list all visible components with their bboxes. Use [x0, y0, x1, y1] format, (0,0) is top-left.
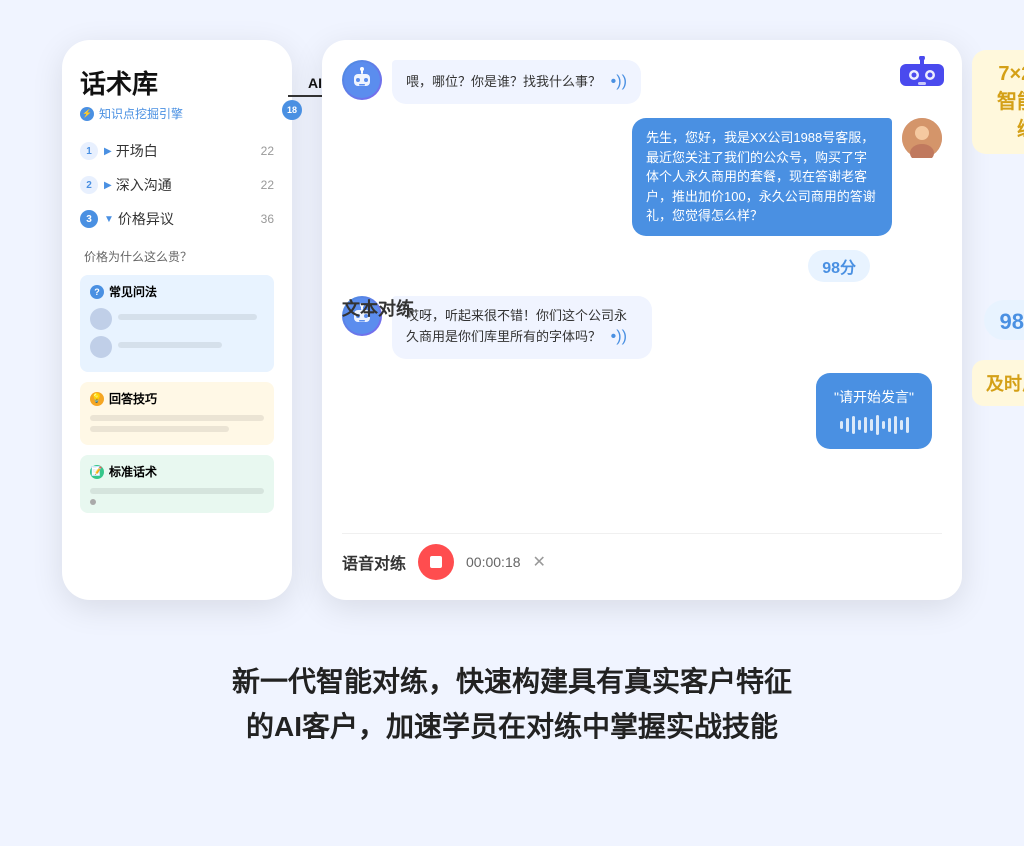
robot-top-icon [898, 56, 946, 88]
wave-3 [852, 416, 855, 434]
bot-text-1: 喂，哪位？你是谁？找我什么事？ [406, 74, 601, 89]
wave-12 [906, 417, 909, 433]
wave-1 [840, 421, 843, 429]
float-247-label: 7×24h智能陪练 [972, 50, 1024, 154]
score-row: 98分 [342, 250, 942, 282]
bottom-description: 新一代智能对练，快速构建具有真实客户特征的AI客户，加速学员在对练中掌握实战技能 [232, 660, 792, 750]
knowledge-icon: ⚡ [80, 107, 94, 121]
bot-face-svg-1 [344, 62, 380, 98]
bottom-bar: 语音对练 00:00:18 ✕ [342, 533, 942, 580]
voice-input-row: "请开始发言" [342, 373, 942, 449]
score-badge: 98分 [808, 250, 870, 282]
section-common-qa: ? 常见问法 [80, 275, 274, 372]
menu-label-2: 深入沟通 [116, 175, 261, 195]
chat-row-user-1: 先生，您好，我是XX公司1988号客服，最近您关注了我们的公众号，购买了字体个人… [342, 118, 942, 236]
user-avatar-1 [902, 118, 942, 158]
main-container: 话术库 ⚡ 知识点挖掘引擎 18 1 ▶ 开场白 22 2 ▶ 深入沟通 22 … [62, 40, 962, 600]
wave-10 [894, 416, 897, 434]
bot-bubble-1: 喂，哪位？你是谁？找我什么事？ •)) [392, 60, 641, 104]
small-avatar-2 [90, 336, 112, 358]
placeholder-tips-2 [90, 426, 229, 432]
section-label-tips: 回答技巧 [109, 390, 157, 407]
voice-begin-text: "请开始发言" [834, 387, 914, 407]
phone-panel: 话术库 ⚡ 知识点挖掘引擎 18 1 ▶ 开场白 22 2 ▶ 深入沟通 22 … [62, 40, 292, 600]
menu-count-1: 22 [261, 144, 274, 158]
menu-num-2: 2 [80, 176, 98, 194]
float-247-text: 7×24h智能陪练 [997, 63, 1024, 141]
user-text-1: 先生，您好，我是XX公司1988号客服，最近您关注了我们的公众号，购买了字体个人… [646, 130, 876, 223]
chat-panel: 喂，哪位？你是谁？找我什么事？ •)) 先生，您好，我是XX公司1988号客服，… [322, 40, 962, 600]
wave-9 [888, 418, 891, 432]
qa-icon: ? [90, 285, 104, 299]
record-button[interactable] [418, 544, 454, 580]
close-button[interactable]: ✕ [533, 552, 546, 572]
avatar-row-1 [90, 308, 264, 330]
small-avatar-1 [90, 308, 112, 330]
float-timely-label: 及时反馈 [972, 360, 1024, 406]
placeholder-script-1 [90, 488, 264, 494]
user-photo-svg [902, 118, 942, 158]
bottom-text-content: 新一代智能对练，快速构建具有真实客户特征的AI客户，加速学员在对练中掌握实战技能 [232, 666, 792, 742]
chat-row-bot-1: 喂，哪位？你是谁？找我什么事？ •)) [342, 60, 942, 104]
section-header-common: ? 常见问法 [90, 283, 264, 300]
menu-count-2: 22 [261, 178, 274, 192]
waveform [834, 415, 914, 435]
menu-list: 1 ▶ 开场白 22 2 ▶ 深入沟通 22 3 ▼ 价格异议 36 [80, 134, 274, 236]
phone-subtitle: ⚡ 知识点挖掘引擎 [80, 105, 274, 122]
menu-item-3[interactable]: 3 ▼ 价格异议 36 [80, 202, 274, 236]
subtitle-text: 知识点挖掘引擎 [99, 105, 183, 122]
wave-2 [846, 418, 849, 432]
tips-icon: 💡 [90, 392, 104, 406]
menu-item-2[interactable]: 2 ▶ 深入沟通 22 [80, 168, 274, 202]
wave-5 [864, 417, 867, 433]
placeholder-1 [118, 314, 257, 320]
arrow-icon-2: ▶ [104, 180, 112, 191]
voice-mode-label: 语音对练 [342, 550, 406, 574]
sound-icon-2[interactable]: •)) [611, 328, 627, 345]
wave-11 [900, 420, 903, 430]
wave-6 [870, 419, 873, 431]
wave-4 [858, 420, 861, 430]
chat-area: 喂，哪位？你是谁？找我什么事？ •)) 先生，您好，我是XX公司1988号客服，… [342, 60, 942, 517]
avatar-row-2 [90, 336, 264, 358]
phone-title: 话术库 [80, 64, 274, 101]
voice-input-bubble: "请开始发言" [816, 373, 932, 449]
placeholder-tips-1 [90, 415, 264, 421]
placeholder-2 [118, 342, 222, 348]
chat-row-bot-2: 哎呀，听起来很不错！你们这个公司永久商用是你们库里所有的字体吗？ •)) [342, 296, 942, 360]
menu-label-1: 开场白 [116, 141, 261, 161]
stop-icon [430, 556, 442, 568]
section-label-script: 标准话术 [109, 463, 157, 480]
float-score-label: 98分 [984, 300, 1024, 340]
sound-icon-1[interactable]: •)) [611, 73, 627, 90]
bot-text-2: 哎呀，听起来很不错！你们这个公司永久商用是你们库里所有的字体吗？ [406, 308, 627, 345]
bot-bubble-2: 哎呀，听起来很不错！你们这个公司永久商用是你们库里所有的字体吗？ •)) [392, 296, 652, 360]
menu-num-1: 1 [80, 142, 98, 160]
menu-num-3: 3 [80, 210, 98, 228]
wave-7 [876, 415, 879, 435]
section-answer-tips: 💡 回答技巧 [80, 382, 274, 445]
user-bubble-1: 先生，您好，我是XX公司1988号客服，最近您关注了我们的公众号，购买了字体个人… [632, 118, 892, 236]
menu-item-1[interactable]: 1 ▶ 开场白 22 [80, 134, 274, 168]
section-header-tips: 💡 回答技巧 [90, 390, 264, 407]
script-icon: 📝 [90, 465, 104, 479]
arrow-icon-1: ▶ [104, 146, 112, 157]
menu-count-3: 36 [261, 212, 274, 226]
bot-avatar-1 [342, 60, 382, 100]
robot-icon-area [898, 56, 946, 93]
section-label-common: 常见问法 [109, 283, 157, 300]
arrow-icon-3: ▼ [104, 214, 114, 225]
badge-count: 18 [282, 100, 302, 120]
price-question: 价格为什么这么贵？ [80, 248, 274, 265]
section-header-script: 📝 标准话术 [90, 463, 264, 480]
section-standard-script: 📝 标准话术 [80, 455, 274, 513]
bullet-dot [90, 499, 96, 505]
text-mode-label: 文本对练 [342, 295, 414, 321]
menu-label-3: 价格异议 [118, 209, 261, 229]
wave-8 [882, 421, 885, 429]
timer-display: 00:00:18 [466, 554, 521, 570]
